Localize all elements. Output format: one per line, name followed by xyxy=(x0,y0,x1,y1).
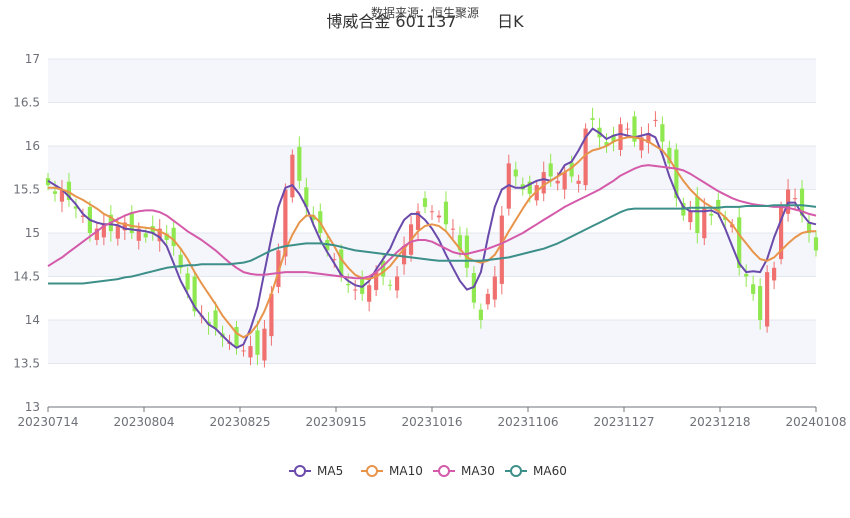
candle-body xyxy=(485,293,490,305)
candle-body xyxy=(262,328,267,361)
y-tick-label: 14 xyxy=(25,313,40,327)
x-tick-label: 20230825 xyxy=(209,415,270,429)
y-tick-label: 16.5 xyxy=(13,96,40,110)
candle-body xyxy=(695,196,700,233)
candle-body xyxy=(751,284,756,294)
legend-swatch-dot xyxy=(438,465,450,477)
candle-body xyxy=(255,330,260,355)
candle-body xyxy=(290,154,295,198)
x-tick-label: 20230804 xyxy=(113,415,174,429)
candle-body xyxy=(548,163,553,177)
candle-body xyxy=(744,273,749,277)
legend-label: MA60 xyxy=(533,464,567,478)
candle-body xyxy=(653,119,658,121)
candle-body xyxy=(618,124,623,150)
candle-body xyxy=(248,346,253,358)
candle-body xyxy=(813,237,819,251)
candle-body xyxy=(541,172,546,194)
candle-body xyxy=(346,283,351,286)
legend-swatch-dot xyxy=(294,465,306,477)
x-tick-label: 20231016 xyxy=(401,415,462,429)
legend-label: MA30 xyxy=(461,464,495,478)
x-tick-label: 20230714 xyxy=(17,415,78,429)
x-axis: 20230714 20230804 20230825 20230915 20231016… xyxy=(17,407,847,429)
candle-body xyxy=(388,284,393,286)
candle-body xyxy=(492,276,497,300)
candle-body xyxy=(269,293,274,337)
x-tick-label: 20231106 xyxy=(497,415,558,429)
candle-body xyxy=(499,215,504,284)
y-tick-label: 13.5 xyxy=(13,357,40,371)
y-axis: 13 13.5 14 14.5 15 15.5 16 16.5 17 xyxy=(13,52,40,414)
grid-band xyxy=(48,59,816,103)
y-tick-label: 15.5 xyxy=(13,183,40,197)
candle-body xyxy=(758,286,763,320)
candle-body xyxy=(213,310,218,329)
grid-band xyxy=(48,233,816,277)
x-tick-label: 20230915 xyxy=(305,415,366,429)
candle-body xyxy=(143,233,148,238)
candle-body xyxy=(660,124,665,142)
candle-body xyxy=(241,350,246,352)
candlestick-chart: 1313.51414.51515.51616.517 20230714 20230… xyxy=(13,52,847,478)
legend-swatch-dot xyxy=(510,465,522,477)
candle-body xyxy=(422,198,428,207)
y-tick-label: 15 xyxy=(25,226,40,240)
candle-body xyxy=(590,118,595,120)
candle-body xyxy=(625,128,630,130)
legend-label: MA5 xyxy=(317,464,343,478)
y-tick-label: 13 xyxy=(25,400,40,414)
candle-body xyxy=(353,289,358,291)
candle-body xyxy=(429,211,435,213)
candle-body xyxy=(709,213,714,216)
candle-body xyxy=(115,226,120,239)
candle-body xyxy=(436,215,442,218)
candle-body xyxy=(185,273,190,290)
candle-body xyxy=(772,267,777,281)
candle-body xyxy=(576,180,581,184)
legend: MA5 MA10 MA30 MA60 xyxy=(289,464,567,478)
x-tick-label: 20231127 xyxy=(593,415,654,429)
candle-body xyxy=(792,198,798,200)
candle-body xyxy=(367,285,372,302)
candle-body xyxy=(52,191,58,194)
candle-body xyxy=(688,211,693,223)
candle-body xyxy=(562,172,567,190)
x-tick-label: 20240108 xyxy=(785,415,846,429)
y-tick-label: 16 xyxy=(25,139,40,153)
candle-body xyxy=(450,228,456,230)
candle-body xyxy=(297,146,302,181)
grid-band xyxy=(48,320,816,364)
candle-body xyxy=(765,272,770,327)
candle-body xyxy=(394,276,400,291)
candle-body xyxy=(464,235,470,268)
y-tick-label: 14.5 xyxy=(13,270,40,284)
x-tick-label: 20231218 xyxy=(689,415,750,429)
candle-body xyxy=(443,201,449,225)
candle-body xyxy=(555,180,560,184)
grid-band xyxy=(48,146,816,190)
candle-body xyxy=(478,309,483,320)
candle-body xyxy=(513,169,518,177)
legend-swatch-dot xyxy=(366,465,378,477)
y-tick-label: 17 xyxy=(25,52,40,66)
chart-container: 博威合金 601137 日K 数据来源：恒生聚源 13 13.5 14 14.5 15 1… xyxy=(0,0,850,518)
legend-label: MA10 xyxy=(389,464,423,478)
